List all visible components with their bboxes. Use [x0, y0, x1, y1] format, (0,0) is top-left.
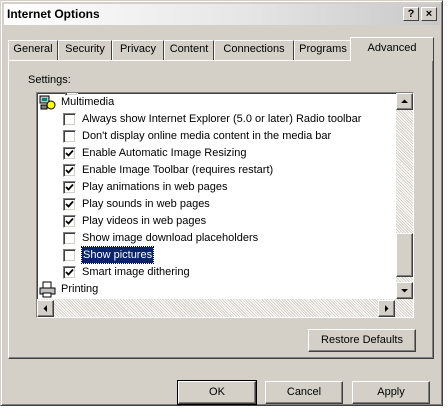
tab-general[interactable]: General [8, 40, 58, 60]
checkbox-videos[interactable] [63, 215, 76, 228]
checkbox-dithering[interactable] [63, 266, 76, 279]
tab-programs[interactable]: Programs [294, 40, 352, 60]
arrow-up-icon [401, 99, 408, 103]
checkbox-image-toolbar[interactable] [63, 164, 76, 177]
list-item[interactable]: Show pictures [63, 246, 413, 264]
list-item[interactable]: Smart image dithering [63, 264, 413, 281]
checkbox-placeholders[interactable] [63, 232, 76, 245]
tab-security[interactable]: Security [58, 40, 112, 60]
arrow-right-icon [385, 305, 389, 312]
check-icon [65, 268, 74, 276]
item-label: Play sounds in web pages [82, 198, 210, 210]
arrow-down-icon [401, 289, 408, 293]
tab-content[interactable]: Content [164, 40, 214, 60]
list-item[interactable]: Don't display online media content in th… [63, 128, 413, 145]
settings-label: Settings: [28, 74, 71, 86]
check-icon [65, 149, 74, 157]
restore-defaults-button[interactable]: Restore Defaults [308, 329, 416, 352]
apply-button[interactable]: Apply [352, 381, 430, 404]
multimedia-label: Multimedia [61, 96, 115, 108]
check-icon [65, 200, 74, 208]
list-item[interactable]: Play animations in web pages [63, 179, 413, 196]
list-item[interactable]: Always show Internet Explorer (5.0 or la… [63, 111, 413, 128]
checkbox-show-pictures[interactable] [63, 249, 76, 262]
ok-button[interactable]: OK [177, 380, 257, 405]
check-icon [65, 217, 74, 225]
printer-icon [39, 281, 56, 298]
list-item[interactable]: Enable Automatic Image Resizing [63, 145, 413, 162]
scroll-up-button[interactable] [396, 93, 413, 110]
settings-tree[interactable]: Multimedia Always show Internet Explorer… [36, 92, 414, 318]
checkbox-radio-toolbar[interactable] [63, 113, 76, 126]
scroll-right-button[interactable] [378, 300, 395, 317]
scroll-thumb[interactable] [396, 233, 413, 277]
help-button[interactable]: ? [403, 7, 419, 21]
cancel-button[interactable]: Cancel [265, 381, 343, 404]
category-printing[interactable]: Printing [39, 281, 399, 298]
item-label: Always show Internet Explorer (5.0 or la… [82, 113, 362, 125]
list-item[interactable]: Enable Image Toolbar (requires restart) [63, 162, 413, 179]
list-item[interactable]: Play sounds in web pages [63, 196, 413, 213]
printing-label: Printing [61, 283, 99, 295]
tab-advanced[interactable]: Advanced [350, 37, 434, 61]
item-label: Enable Image Toolbar (requires restart) [82, 164, 274, 176]
item-label: Play videos in web pages [82, 215, 207, 227]
scroll-left-button[interactable] [37, 300, 54, 317]
close-button[interactable]: × [421, 7, 437, 21]
item-label-selected: Show pictures [80, 246, 155, 264]
tab-connections[interactable]: Connections [214, 40, 294, 60]
item-label: Smart image dithering [82, 266, 190, 278]
item-label: Don't display online media content in th… [82, 130, 332, 142]
category-multimedia[interactable]: Multimedia [39, 94, 399, 111]
check-icon [65, 183, 74, 191]
scroll-down-button[interactable] [396, 282, 413, 299]
arrow-left-icon [43, 305, 47, 312]
check-icon [65, 166, 74, 174]
list-item[interactable]: Show image download placeholders [63, 230, 413, 247]
checkbox-media-bar[interactable] [63, 130, 76, 143]
item-label: Show image download placeholders [82, 232, 259, 244]
checkbox-animations[interactable] [63, 181, 76, 194]
checkbox-sounds[interactable] [63, 198, 76, 211]
list-item[interactable]: Play videos in web pages [63, 213, 413, 230]
checkbox-image-resizing[interactable] [63, 147, 76, 160]
multimedia-icon [39, 94, 56, 111]
item-label: Play animations in web pages [82, 181, 228, 193]
title-bar[interactable]: Internet Options ? × [4, 4, 440, 25]
tab-privacy[interactable]: Privacy [112, 40, 164, 60]
item-label: Enable Automatic Image Resizing [82, 147, 247, 159]
horizontal-scrollbar[interactable] [37, 299, 413, 317]
vertical-scrollbar[interactable] [396, 93, 413, 299]
window-title: Internet Options [7, 7, 100, 21]
